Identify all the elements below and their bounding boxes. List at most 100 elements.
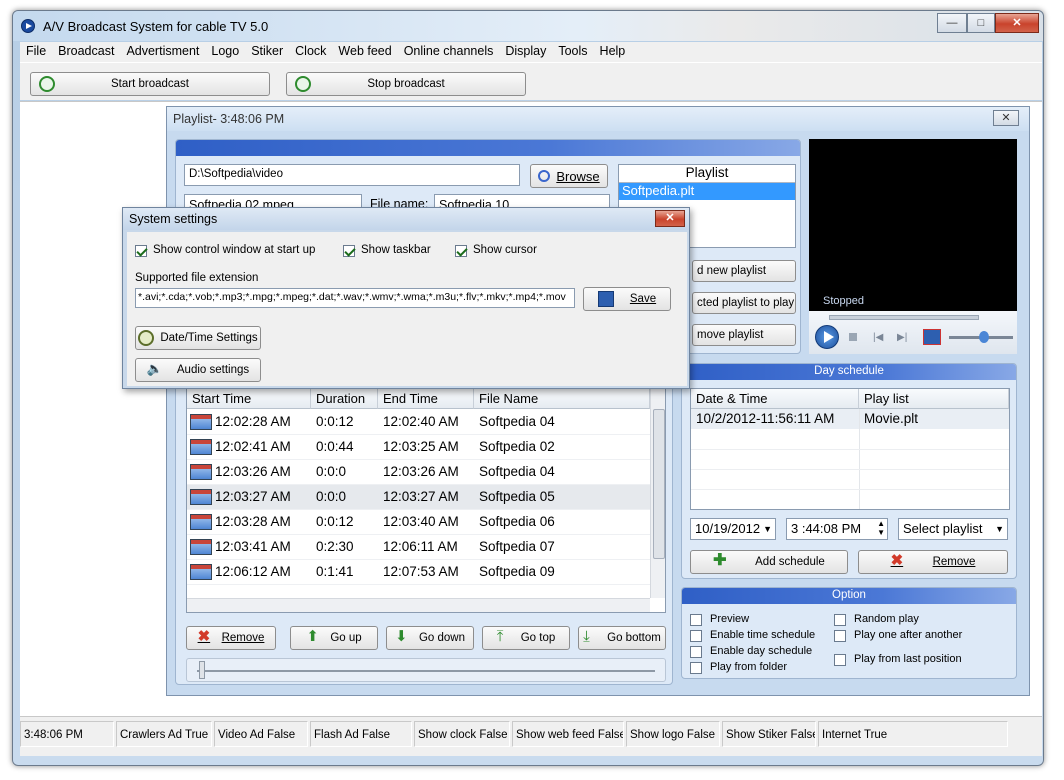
menu-help[interactable]: Help	[594, 42, 632, 58]
system-settings-body: Show control window at start up Show tas…	[127, 232, 687, 386]
cell-start: 12:03:26 AM	[215, 464, 291, 479]
menu-tools[interactable]: Tools	[552, 42, 593, 58]
col-start-time[interactable]: Start Time	[187, 389, 311, 409]
cell-end: 12:03:27 AM	[383, 489, 459, 504]
select-playlist-dropdown[interactable]: Select playlist ▼	[898, 518, 1008, 540]
col-end-time[interactable]: End Time	[378, 389, 474, 409]
schedule-playlist: Movie.plt	[864, 411, 919, 426]
mute-icon[interactable]	[923, 329, 941, 345]
table-row[interactable]: 12:02:41 AM 0:0:44 12:03:25 AM Softpedia 02	[187, 435, 650, 460]
window-title: A/V Broadcast System for cable TV 5.0	[43, 19, 269, 34]
stop-broadcast-button[interactable]: Stop broadcast	[286, 72, 526, 96]
option-checkbox[interactable]	[834, 614, 846, 626]
menu-clock[interactable]: Clock	[289, 42, 332, 58]
close-button[interactable]: ✕	[995, 13, 1039, 33]
menu-web-feed[interactable]: Web feed	[332, 42, 397, 58]
menu-broadcast[interactable]: Broadcast	[52, 42, 120, 58]
arrow-down-icon: ⬇	[394, 628, 408, 645]
col-play-list[interactable]: Play list	[859, 389, 1009, 409]
cell-duration: 0:0:12	[316, 414, 354, 429]
add-new-playlist-button[interactable]: d new playlist	[692, 260, 796, 282]
clapperboard-icon	[190, 414, 212, 430]
datetime-settings-button[interactable]: Date/Time Settings	[135, 326, 261, 350]
show-taskbar-checkbox[interactable]	[343, 245, 355, 257]
cell-start: 12:03:28 AM	[215, 514, 291, 529]
cell-file: Softpedia 09	[479, 564, 555, 579]
cell-start: 12:03:27 AM	[215, 489, 291, 504]
volume-thumb[interactable]	[979, 331, 989, 343]
option-checkbox[interactable]	[834, 654, 846, 666]
spinner-icon[interactable]: ▲ ▼	[877, 519, 885, 537]
next-icon[interactable]: ▶|	[897, 332, 907, 343]
clock-icon	[138, 330, 155, 346]
horizontal-scrollbar[interactable]	[187, 598, 650, 612]
start-broadcast-button[interactable]: Start broadcast	[30, 72, 270, 96]
playlist-close-button[interactable]: ✕	[993, 110, 1019, 126]
remove-button[interactable]: ✖ Remove	[186, 626, 276, 650]
option-checkbox[interactable]	[690, 662, 702, 674]
go-up-button[interactable]: ⬆ Go up	[290, 626, 378, 650]
table-row[interactable]: 10/2/2012-11:56:11 AM Movie.plt	[691, 409, 1009, 429]
previous-icon[interactable]: |◀	[873, 332, 883, 343]
scroll-thumb[interactable]	[653, 409, 665, 559]
go-down-button[interactable]: ⬇ Go down	[386, 626, 474, 650]
table-row[interactable]: 12:03:41 AM 0:2:30 12:06:11 AM Softpedia 07	[187, 535, 650, 560]
path-field[interactable]: D:\Softpedia\video	[184, 164, 520, 186]
col-date-time[interactable]: Date & Time	[691, 389, 859, 409]
option-checkbox[interactable]	[834, 630, 846, 642]
cell-duration: 0:2:30	[316, 539, 354, 554]
status-cell: Video Ad False	[214, 721, 308, 747]
position-thumb[interactable]	[199, 661, 205, 679]
menu-stiker[interactable]: Stiker	[245, 42, 289, 58]
remove-schedule-button[interactable]: ✖ Remove	[858, 550, 1008, 574]
day-schedule-title: Day schedule	[682, 364, 1016, 380]
table-row[interactable]: 12:03:27 AM 0:0:0 12:03:27 AM Softpedia 05	[187, 485, 650, 510]
show-cursor-checkbox[interactable]	[455, 245, 467, 257]
add-schedule-button[interactable]: ✚ Add schedule	[690, 550, 848, 574]
play-button[interactable]	[815, 325, 839, 349]
playlist-item[interactable]: Softpedia.plt	[619, 183, 795, 200]
stop-icon[interactable]	[849, 333, 857, 341]
save-button[interactable]: Save	[583, 287, 671, 311]
position-track[interactable]	[186, 658, 666, 682]
option-label: Play from folder	[710, 661, 788, 673]
time-picker[interactable]: 3 :44:08 PM ▲ ▼	[786, 518, 888, 540]
seek-bar[interactable]	[829, 315, 979, 320]
cell-duration: 0:0:12	[316, 514, 354, 529]
system-settings-close-button[interactable]: ✕	[655, 210, 685, 227]
date-picker[interactable]: 10/19/2012 ▼	[690, 518, 776, 540]
remove-playlist-button[interactable]: move playlist	[692, 324, 796, 346]
maximize-button[interactable]: □	[967, 13, 995, 33]
minimize-button[interactable]: —	[937, 13, 967, 33]
col-duration[interactable]: Duration	[311, 389, 378, 409]
clapperboard-icon	[190, 464, 212, 480]
cell-end: 12:03:26 AM	[383, 464, 459, 479]
menu-file[interactable]: File	[20, 42, 52, 58]
datetime-label: Date/Time Settings	[160, 332, 258, 344]
table-row[interactable]: 12:03:26 AM 0:0:0 12:03:26 AM Softpedia 04	[187, 460, 650, 485]
menu-online-channels[interactable]: Online channels	[398, 42, 500, 58]
audio-settings-button[interactable]: 🔈 Audio settings	[135, 358, 261, 382]
cell-file: Softpedia 05	[479, 489, 555, 504]
system-settings-dialog: System settings ✕ Show control window at…	[122, 207, 690, 389]
selected-playlist-to-play-button[interactable]: cted playlist to play	[692, 292, 796, 314]
cell-end: 12:06:11 AM	[383, 539, 458, 554]
table-row[interactable]: 12:03:28 AM 0:0:12 12:03:40 AM Softpedia 06	[187, 510, 650, 535]
extension-field[interactable]: *.avi;*.cda;*.vob;*.mp3;*.mpg;*.mpeg;*.d…	[135, 288, 575, 308]
browse-button[interactable]: Browse	[530, 164, 608, 188]
table-row[interactable]: 12:06:12 AM 0:1:41 12:07:53 AM Softpedia 09	[187, 560, 650, 585]
option-checkbox[interactable]	[690, 646, 702, 658]
menu-display[interactable]: Display	[499, 42, 552, 58]
go-top-button[interactable]: ⤒ Go top	[482, 626, 570, 650]
menu-advertisment[interactable]: Advertisment	[120, 42, 205, 58]
option-checkbox[interactable]	[690, 614, 702, 626]
col-file-name[interactable]: File Name	[474, 389, 650, 409]
vertical-scrollbar[interactable]	[650, 389, 665, 598]
table-row[interactable]: 12:02:28 AM 0:0:12 12:02:40 AM Softpedia 04	[187, 410, 650, 435]
menu-logo[interactable]: Logo	[205, 42, 245, 58]
go-bottom-button[interactable]: ⤓ Go bottom	[578, 626, 666, 650]
show-control-checkbox[interactable]	[135, 245, 147, 257]
arrow-bottom-icon: ⤓	[583, 628, 590, 645]
option-checkbox[interactable]	[690, 630, 702, 642]
option-panel: Option Preview Enable time schedule Enable…	[681, 587, 1017, 679]
